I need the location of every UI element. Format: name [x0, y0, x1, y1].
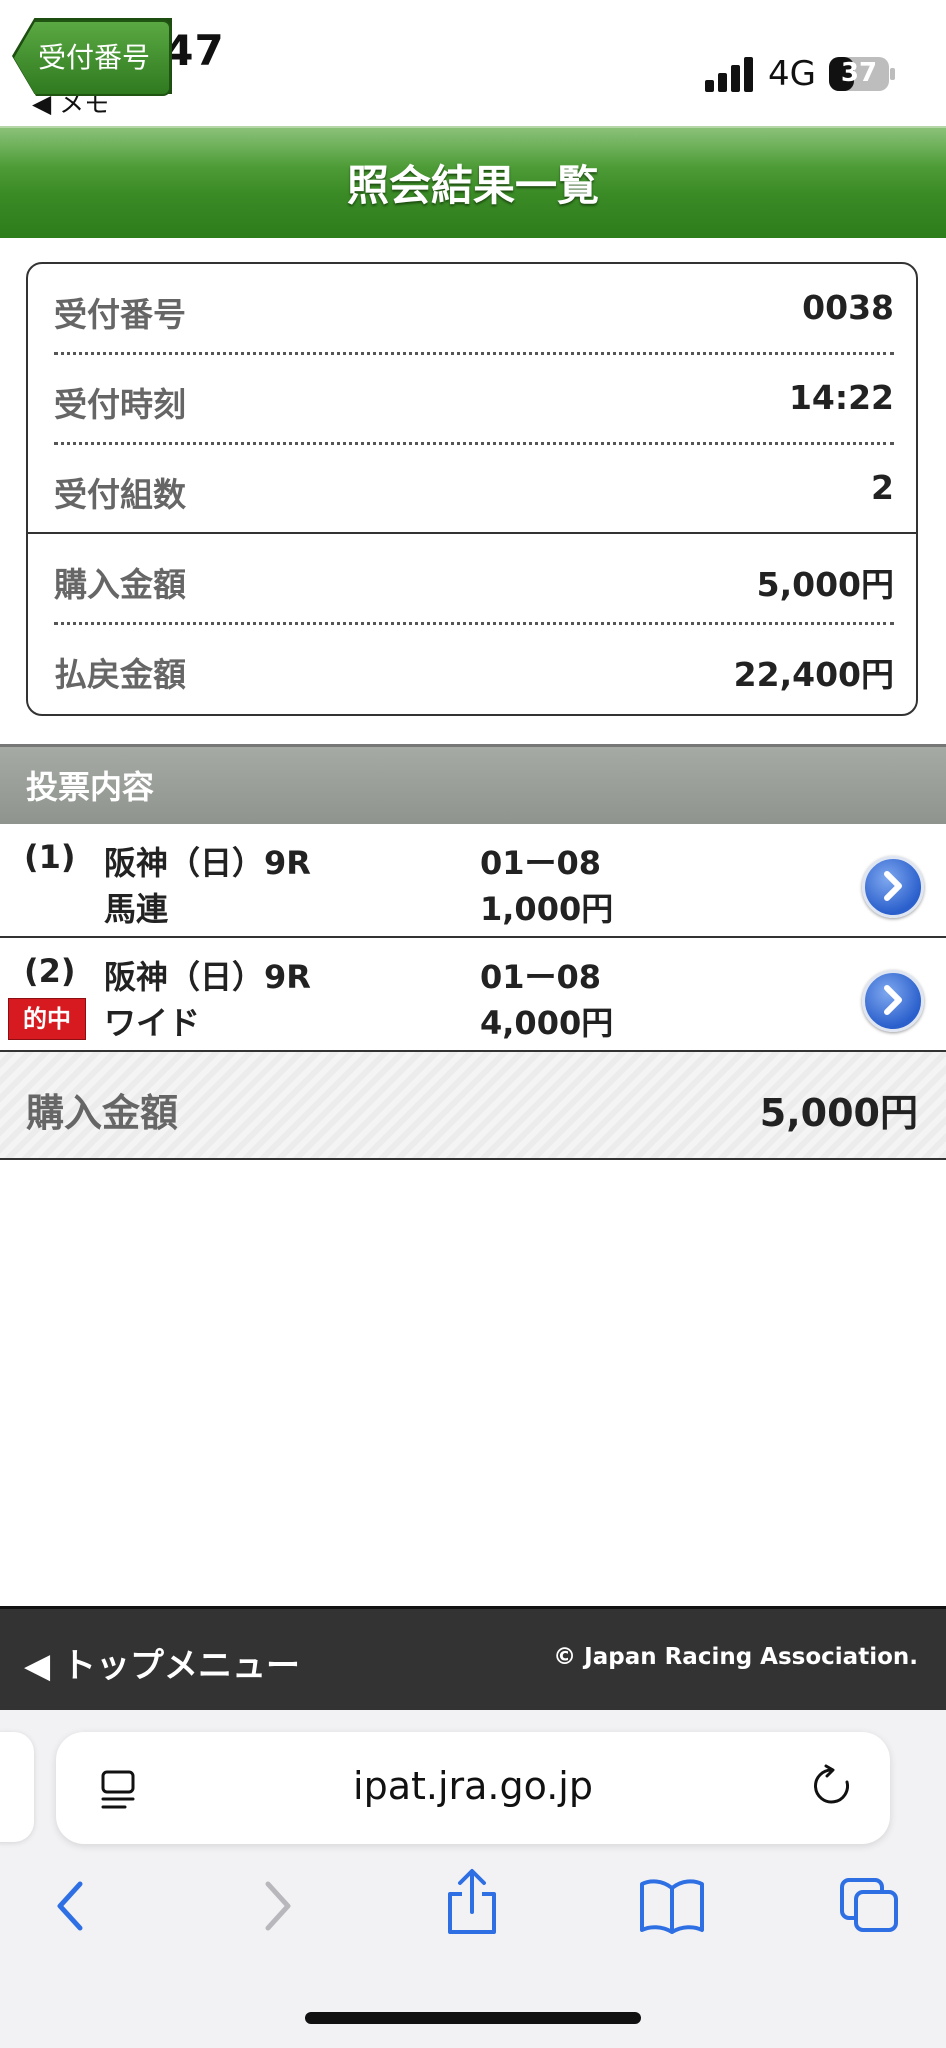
bet-combination: 01ー08 — [480, 958, 602, 996]
address-url[interactable]: ipat.jra.go.jp — [56, 1764, 890, 1808]
reload-icon[interactable] — [810, 1764, 854, 1808]
summary-label: 払戻金額 — [54, 655, 186, 694]
summary-value: 14:22 — [788, 378, 894, 417]
section-title: 投票内容 — [26, 768, 155, 806]
forward-arrow-icon — [265, 1881, 291, 1931]
summary-value: 2 — [871, 468, 894, 507]
back-arrow-icon[interactable] — [52, 1876, 92, 1936]
back-button-label[interactable]: 受付番号 — [38, 36, 150, 76]
summary-label: 受付組数 — [54, 475, 186, 514]
cellular-signal-icon — [705, 57, 753, 92]
summary-row-purchase-amount: 購入金額 5,000円 — [54, 534, 894, 622]
summary-label: 受付番号 — [54, 295, 186, 334]
bet-race: 阪神（日）9R — [104, 958, 311, 996]
summary-row-set-count: 受付組数 2 — [54, 444, 894, 532]
battery-level: 37 — [840, 58, 878, 88]
share-icon[interactable] — [444, 1868, 500, 1936]
chevron-right-icon[interactable] — [862, 970, 924, 1032]
bet-amount: 4,000円 — [480, 1004, 614, 1042]
summary-label: 受付時刻 — [54, 385, 186, 424]
top-menu-link[interactable]: ◀ トップメニュー — [24, 1638, 300, 1687]
bet-race: 阪神（日）9R — [104, 844, 311, 882]
bet-number: (2) — [24, 952, 76, 990]
bet-type: ワイド — [104, 1004, 201, 1042]
tabs-icon[interactable] — [838, 1876, 902, 1936]
bet-combination: 01ー08 — [480, 844, 602, 882]
summary-row-payout-amount: 払戻金額 22,400円 — [54, 624, 894, 712]
copyright-text: © Japan Racing Association. — [553, 1644, 918, 1670]
summary-label: 購入金額 — [54, 565, 186, 604]
summary-value: 22,400円 — [733, 655, 894, 694]
bet-number: (1) — [24, 838, 76, 876]
chevron-right-icon[interactable] — [862, 856, 924, 918]
bet-amount: 1,000円 — [480, 890, 614, 928]
home-indicator[interactable] — [305, 2012, 641, 2024]
battery-icon: 37 — [828, 56, 896, 92]
hit-badge: 的中 — [8, 998, 86, 1040]
summary-value: 0038 — [802, 288, 894, 327]
previous-tab-preview[interactable] — [0, 1732, 34, 1842]
bet-type: 馬連 — [104, 890, 169, 928]
summary-value: 5,000円 — [756, 565, 894, 604]
bet-row[interactable]: (1) 阪神（日）9R 馬連 01ー08 1,000円 — [0, 824, 946, 938]
page-menu-icon[interactable] — [98, 1768, 142, 1812]
bet-row[interactable]: (2) 的中 阪神（日）9R ワイド 01ー08 4,000円 — [0, 938, 946, 1052]
summary-row-receipt-time: 受付時刻 14:22 — [54, 354, 894, 442]
total-label: 購入金額 — [26, 1091, 179, 1135]
network-type: 4G — [768, 54, 816, 94]
total-value: 5,000円 — [759, 1091, 918, 1135]
summary-row-receipt-number: 受付番号 0038 — [54, 264, 894, 352]
bookmarks-icon[interactable] — [638, 1876, 706, 1936]
page-title: 照会結果一覧 — [346, 161, 599, 210]
summary-box: 受付番号 0038 受付時刻 14:22 受付組数 2 購入金額 5,000円 … — [26, 262, 918, 716]
